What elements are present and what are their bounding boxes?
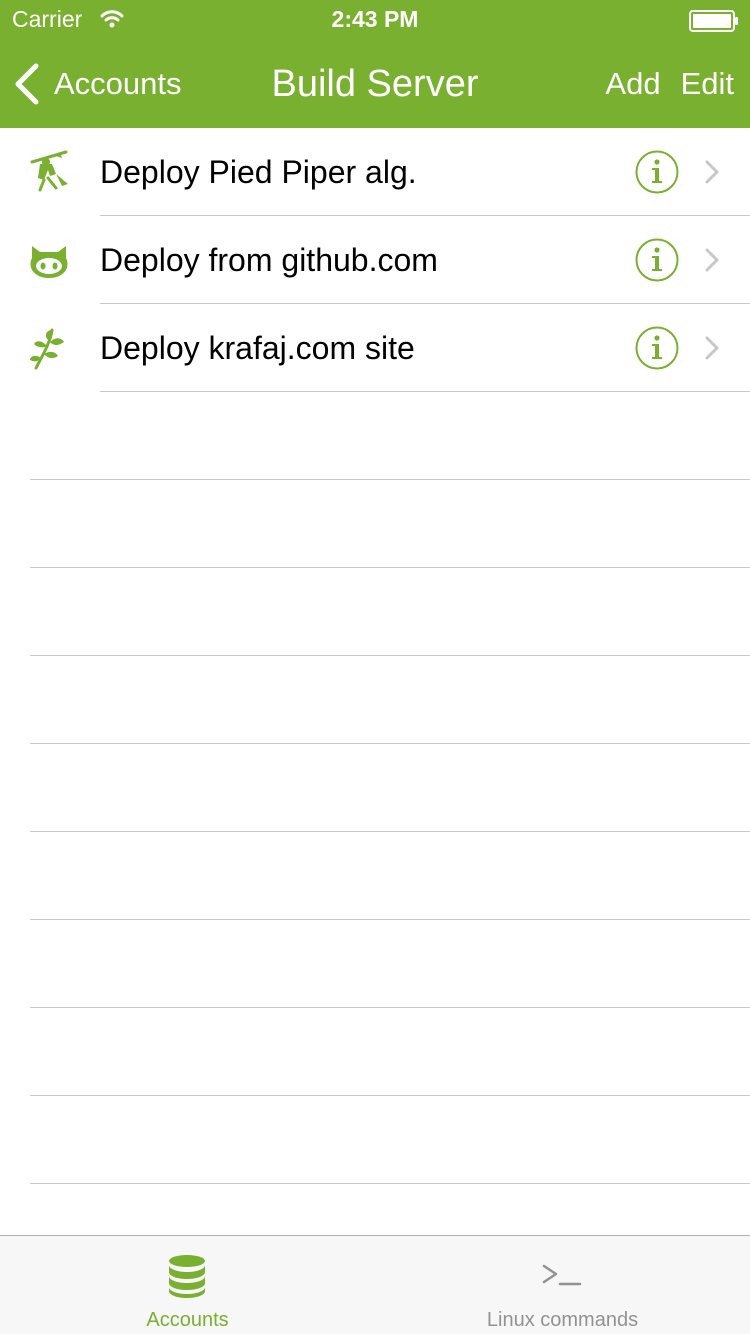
chevron-right-icon <box>705 336 719 360</box>
empty-row <box>0 744 750 832</box>
navigation-bar: Accounts Build Server Add Edit <box>0 40 750 128</box>
list-item-title: Deploy krafaj.com site <box>100 330 415 366</box>
tab-label: Accounts <box>146 1309 229 1331</box>
chevron-left-icon <box>15 63 39 105</box>
list-item-title: Deploy Pied Piper alg. <box>100 154 417 190</box>
empty-row <box>0 392 750 480</box>
empty-row <box>0 832 750 920</box>
terminal-icon <box>542 1264 582 1286</box>
add-button[interactable]: Add <box>605 66 660 102</box>
list-item-title: Deploy from github.com <box>100 242 438 278</box>
chevron-right-icon <box>705 160 719 184</box>
battery-icon <box>689 10 738 32</box>
header: Carrier 2:43 PM Accounts Build Server Ad… <box>0 0 750 128</box>
build-list: Deploy Pied Piper alg. Deploy from githu… <box>0 128 750 1184</box>
empty-row <box>0 568 750 656</box>
empty-row <box>0 920 750 1008</box>
status-time: 2:43 PM <box>331 6 419 32</box>
back-button-label: Accounts <box>54 66 182 101</box>
status-bar: Carrier 2:43 PM <box>0 0 750 40</box>
github-octocat-icon <box>30 246 68 278</box>
screen: Carrier 2:43 PM Accounts Build Server Ad… <box>0 0 750 1334</box>
info-circle-icon[interactable] <box>635 150 679 194</box>
nav-actions: Add Edit <box>585 60 734 108</box>
list-item-github[interactable]: Deploy from github.com <box>0 216 750 304</box>
tab-label: Linux commands <box>486 1309 639 1331</box>
tab-bar: Accounts Linux commands <box>0 1235 750 1334</box>
empty-row <box>0 1096 750 1184</box>
database-icon <box>169 1255 205 1298</box>
list-item-pied-piper[interactable]: Deploy Pied Piper alg. <box>0 128 750 216</box>
chevron-right-icon <box>705 248 719 272</box>
back-button[interactable]: Accounts <box>12 60 182 108</box>
empty-row <box>0 480 750 568</box>
tab-accounts[interactable]: Accounts <box>0 1236 375 1334</box>
leaf-branch-icon <box>30 328 64 370</box>
row-divider <box>30 1183 750 1184</box>
edit-button[interactable]: Edit <box>681 66 734 102</box>
pied-piper-icon <box>30 150 68 192</box>
info-circle-icon[interactable] <box>635 238 679 282</box>
empty-row <box>0 1008 750 1096</box>
info-circle-icon[interactable] <box>635 326 679 370</box>
tab-linux-commands[interactable]: Linux commands <box>375 1236 750 1334</box>
list-item-krafaj[interactable]: Deploy krafaj.com site <box>0 304 750 392</box>
empty-row <box>0 656 750 744</box>
